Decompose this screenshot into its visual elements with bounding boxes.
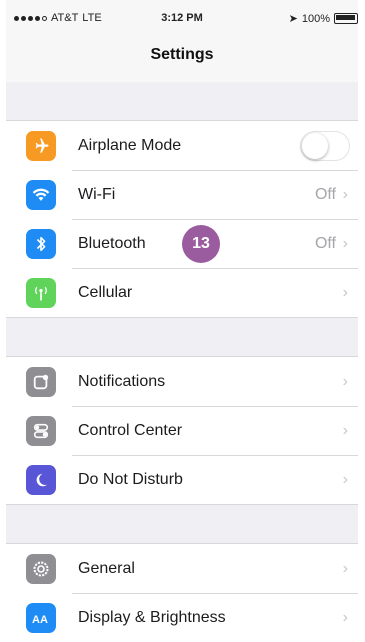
settings-row-airplane-mode[interactable]: Airplane Mode (6, 121, 358, 170)
settings-row-cellular[interactable]: Cellular › (6, 268, 358, 317)
status-bar: AT&T LTE 3:12 PM ➤ 100% (6, 8, 358, 28)
settings-row-label: Display & Brightness (78, 608, 226, 626)
chevron-right-icon: › (342, 421, 348, 439)
wifi-status-value: Off (314, 185, 336, 203)
battery-icon (334, 13, 358, 24)
chevron-right-icon: › (342, 234, 348, 252)
airplane-mode-toggle[interactable] (300, 130, 350, 161)
chevron-right-icon: › (342, 559, 348, 577)
settings-row-label: Wi-Fi (78, 185, 116, 203)
settings-row-label: Airplane Mode (78, 136, 182, 154)
settings-row-label: General (78, 559, 135, 577)
settings-row-label: Bluetooth (78, 234, 146, 252)
battery-percent: 100% (301, 12, 330, 25)
page-title: Settings (150, 46, 214, 63)
settings-screen: AT&T LTE 3:12 PM ➤ 100% Settings Airplan… (6, 0, 358, 642)
chevron-right-icon: › (342, 608, 348, 626)
settings-row-label: Do Not Disturb (78, 470, 183, 488)
toggle-knob (302, 132, 328, 159)
navigation-bar: AT&T LTE 3:12 PM ➤ 100% Settings (6, 0, 358, 82)
svg-text:AA: AA (32, 614, 48, 626)
wifi-icon (26, 179, 56, 210)
bluetooth-icon (26, 228, 56, 259)
settings-row-bluetooth[interactable]: Bluetooth 13 Off › (6, 219, 358, 268)
connectivity-group: Airplane Mode Wi-Fi Off › Bluetooth 13 O… (6, 120, 358, 318)
moon-icon (26, 464, 56, 495)
settings-row-label: Notifications (78, 372, 166, 390)
settings-row-label: Control Center (78, 421, 183, 439)
location-icon: ➤ (288, 13, 298, 25)
settings-row-do-not-disturb[interactable]: Do Not Disturb › (6, 455, 358, 504)
settings-row-general[interactable]: General › (6, 544, 358, 593)
cellular-icon (26, 277, 56, 308)
settings-row-label: Cellular (78, 283, 133, 301)
battery-area: ➤ 100% (289, 12, 358, 25)
chevron-right-icon: › (342, 283, 348, 301)
airplane-icon (26, 130, 56, 161)
notifications-group: Notifications › Control Center › Do Not … (6, 356, 358, 505)
settings-row-control-center[interactable]: Control Center › (6, 406, 358, 455)
gear-icon (26, 553, 56, 584)
notifications-icon (26, 366, 56, 397)
general-group: General › AA Display & Brightness › (6, 543, 358, 642)
control-center-icon (26, 415, 56, 446)
chevron-right-icon: › (342, 372, 348, 390)
chevron-right-icon: › (342, 185, 348, 203)
settings-row-display-brightness[interactable]: AA Display & Brightness › (6, 593, 358, 642)
display-brightness-icon: AA (26, 602, 56, 633)
chevron-right-icon: › (342, 470, 348, 488)
settings-row-notifications[interactable]: Notifications › (6, 357, 358, 406)
bluetooth-status-value: Off (314, 234, 336, 252)
settings-row-wifi[interactable]: Wi-Fi Off › (6, 170, 358, 219)
step-number-badge: 13 (182, 224, 220, 263)
